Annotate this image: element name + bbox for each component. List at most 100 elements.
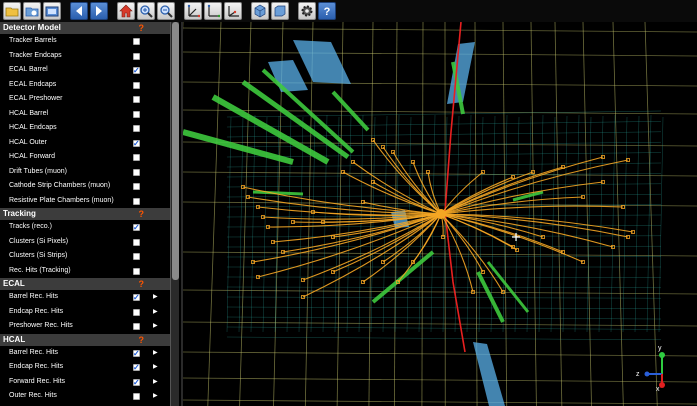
calorimeter-mesh-line [526,115,532,333]
sidebar: Detector Model? Tracker Barrels Tracker En… [0,22,181,406]
settings-button[interactable] [298,2,316,20]
layer-checkbox[interactable] [133,183,140,190]
expand-arrow-icon[interactable]: ▶ [153,305,158,320]
layer-checkbox[interactable] [133,361,140,376]
layer-item: Resistive Plate Chambers (muon) [0,193,170,208]
layer-item: Clusters (Si Strips) [0,249,170,264]
layer-item: HCAL Forward [0,150,170,165]
zoom-out-button[interactable] [157,2,175,20]
layer-checkbox[interactable] [133,125,140,132]
perspective-button[interactable] [251,2,269,20]
help-icon[interactable]: ? [139,334,145,346]
help-icon[interactable]: ? [139,22,145,34]
section-title: Tracking [3,209,36,218]
calorimeter-mesh-line [226,235,662,238]
orthographic-button[interactable] [271,2,289,20]
layer-checkbox[interactable] [133,221,140,236]
calorimeter-mesh-line [658,116,664,333]
layer-checkbox[interactable] [133,81,140,89]
layer-checkbox[interactable] [133,323,140,330]
layer-checkbox[interactable] [133,110,140,118]
load-event-button[interactable] [43,2,61,20]
open-url-button[interactable] [23,2,41,20]
layer-item: Clusters (Si Pixels) [0,234,170,249]
layer-item: Barrel Rec. Hits ▶ [0,345,170,361]
cube-icon [254,4,266,18]
layer-label: ECAL Barrel [9,66,48,73]
expand-arrow-icon[interactable]: ▶ [153,319,158,334]
layer-label: Tracker Barrels [9,37,57,44]
ecal-tower [473,342,505,406]
layer-label: Resistive Plate Chambers (muon) [9,196,114,204]
layer-checkbox[interactable] [133,308,140,316]
layer-checkbox[interactable] [133,253,140,260]
muon-grid-line [183,377,697,383]
calorimeter-mesh-line [226,183,662,188]
yz-view-button[interactable] [224,2,242,20]
sidebar-list: Detector Model? Tracker Barrels Tracker En… [0,22,170,404]
expand-arrow-icon[interactable]: ▶ [153,389,158,404]
layer-checkbox[interactable] [133,154,140,161]
event-scene[interactable]: y z x [183,22,697,406]
3d-viewport[interactable]: y z x [181,22,697,406]
open-file-button[interactable] [3,2,21,20]
axis-label-z: z [636,371,640,378]
calorimeter-mesh-line [226,336,662,341]
layer-checkbox[interactable] [133,38,140,45]
layer-checkbox[interactable] [133,267,140,275]
layer-label: Barrel Rec. Hits [9,293,59,300]
layer-item: ECAL Preshower [0,92,170,107]
layer-checkbox[interactable] [133,168,140,176]
layer-checkbox[interactable] [133,52,140,60]
expand-arrow-icon[interactable]: ▶ [153,290,158,305]
calorimeter-mesh-line [226,316,662,320]
primary-vertex [436,209,446,219]
xy-view-button[interactable] [184,2,202,20]
muon-grid-line [502,22,508,406]
layer-checkbox[interactable] [133,347,140,361]
section-header[interactable]: Tracking? [0,208,170,220]
layer-item: Barrel Rec. Hits ▶ [0,290,170,306]
muon-grid-line [183,27,697,33]
calorimeter-mesh-line [538,114,544,333]
zoom-in-button[interactable] [137,2,155,20]
zoom-out-icon [160,5,173,18]
z-axis-tip [644,371,650,377]
muon-grid-line [183,399,697,405]
muon-grid-line [644,22,658,406]
calorimeter-mesh-line [562,115,568,333]
section-header[interactable]: Detector Model? [0,22,170,34]
home-view-button[interactable] [117,2,135,20]
layer-item: ECAL Barrel [0,63,170,79]
folder-web-icon [25,7,39,17]
layer-checkbox[interactable] [133,96,140,103]
y-axis-tip [659,352,665,358]
layer-label: Endcap Rec. Hits [9,307,64,315]
layer-checkbox[interactable] [133,137,140,151]
sidebar-scrollbar-thumb[interactable] [172,22,179,280]
help-button[interactable]: ? [318,2,336,20]
calorimeter-mesh-line [226,245,662,248]
layer-checkbox[interactable] [133,238,140,246]
layer-checkbox[interactable] [133,376,140,390]
layer-checkbox[interactable] [133,64,140,79]
previous-event-button[interactable] [70,2,88,20]
expand-arrow-icon[interactable]: ▶ [153,360,158,375]
section-header[interactable]: ECAL? [0,278,170,290]
layer-checkbox[interactable] [133,291,140,306]
expand-arrow-icon[interactable]: ▶ [153,346,158,361]
layer-checkbox[interactable] [133,393,140,400]
help-icon[interactable]: ? [139,208,145,220]
expand-arrow-icon[interactable]: ▶ [153,375,158,390]
help-icon[interactable]: ? [139,278,145,290]
rz-view-button[interactable] [204,2,222,20]
section-header[interactable]: HCAL? [0,333,170,346]
calorimeter-mesh-line [226,131,662,138]
next-event-button[interactable] [90,2,108,20]
layer-checkbox[interactable] [133,197,140,205]
gear-icon [301,5,313,17]
layer-label: HCAL Endcaps [9,124,57,131]
calorimeter-mesh-line [226,152,662,158]
sidebar-scrollbar[interactable] [170,22,179,406]
layer-label: Tracker Endcaps [9,51,62,59]
